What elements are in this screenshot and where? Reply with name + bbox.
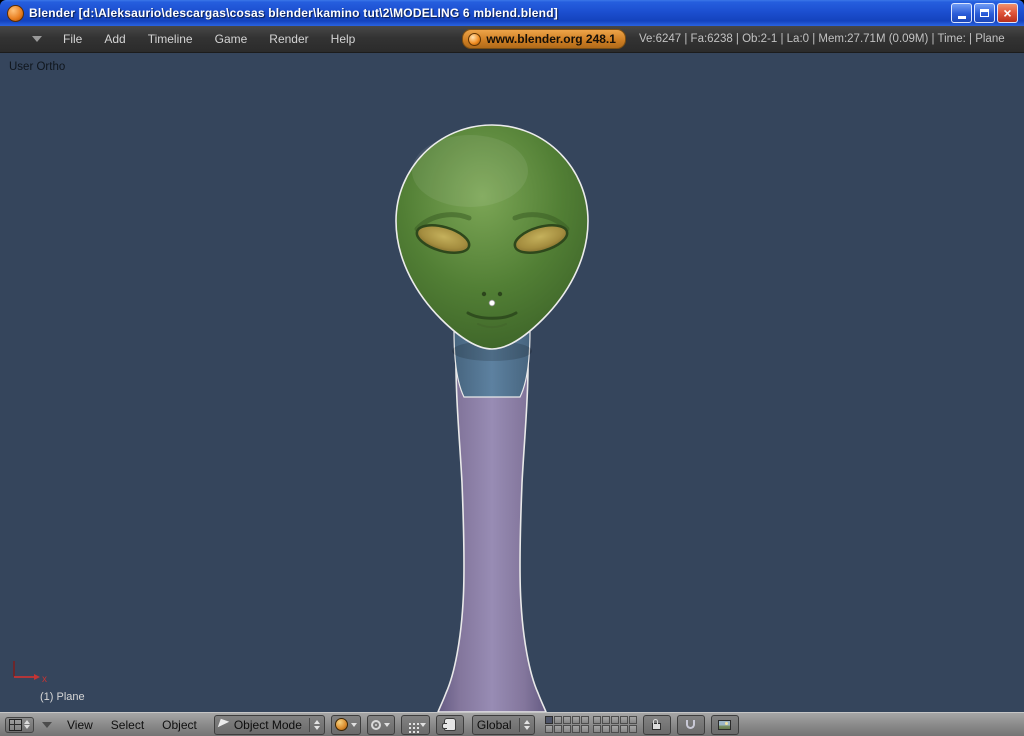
window-title: Blender [d:\Aleksaurio\descargas\cosas b… bbox=[29, 6, 558, 20]
layer-toggle-19[interactable] bbox=[619, 725, 628, 733]
layer-group-1 bbox=[544, 716, 589, 733]
render-window-button[interactable] bbox=[710, 714, 739, 735]
lock-icon bbox=[652, 719, 662, 730]
nostril-right bbox=[497, 291, 503, 297]
layer-toggle-9[interactable] bbox=[571, 725, 580, 733]
layer-toggle-5[interactable] bbox=[580, 716, 589, 724]
dropdown-mini-arrow-icon bbox=[384, 722, 391, 727]
viewport-shading-dropdown[interactable] bbox=[330, 714, 361, 735]
layer-toggle-4[interactable] bbox=[571, 716, 580, 724]
layer-group-2 bbox=[592, 716, 637, 733]
active-object-label: (1) Plane bbox=[40, 691, 85, 703]
layer-toggle-16[interactable] bbox=[592, 725, 601, 733]
header-collapse-icon[interactable] bbox=[32, 36, 42, 42]
editor-updown-icon bbox=[24, 720, 30, 729]
menu-add[interactable]: Add bbox=[93, 32, 136, 46]
menu-timeline[interactable]: Timeline bbox=[137, 32, 204, 46]
axis-x-label: x bbox=[42, 674, 47, 685]
maximize-icon bbox=[980, 9, 989, 17]
viewport-header-collapse-icon[interactable] bbox=[42, 721, 52, 728]
menu-render[interactable]: Render bbox=[258, 32, 319, 46]
editor-type-button[interactable] bbox=[5, 716, 34, 733]
layer-toggle-11[interactable] bbox=[592, 716, 601, 724]
layer-toggle-17[interactable] bbox=[601, 725, 610, 733]
blender-app-icon bbox=[7, 4, 24, 22]
layer-toggle-3[interactable] bbox=[562, 716, 571, 724]
manipulator-dropdown[interactable] bbox=[400, 714, 430, 735]
lock-layers-button[interactable] bbox=[642, 714, 671, 735]
blender-org-badge[interactable]: www.blender.org 248.1 bbox=[462, 29, 626, 49]
minimize-button[interactable] bbox=[951, 3, 972, 23]
menu-view[interactable]: View bbox=[58, 718, 102, 732]
object-mode-icon bbox=[217, 718, 230, 731]
layer-toggle-13[interactable] bbox=[610, 716, 619, 724]
nostril-left bbox=[481, 291, 487, 297]
shading-ball-icon bbox=[334, 718, 348, 731]
crown-highlight bbox=[412, 135, 528, 207]
menu-help[interactable]: Help bbox=[320, 32, 367, 46]
dropdown-mini-arrow-icon bbox=[350, 722, 357, 727]
mode-dropdown[interactable]: Object Mode bbox=[213, 714, 325, 735]
axis-x-arrow bbox=[34, 674, 40, 680]
blender-window: Blender [d:\Aleksaurio\descargas\cosas b… bbox=[0, 0, 1024, 736]
maximize-button[interactable] bbox=[974, 3, 995, 23]
viewport-header: View Select Object Object Mode Global bbox=[0, 712, 1024, 736]
layer-toggle-12[interactable] bbox=[601, 716, 610, 724]
layer-toggle-2[interactable] bbox=[553, 716, 562, 724]
pivot-point-dropdown[interactable] bbox=[366, 714, 395, 735]
viewport-3d[interactable]: User Ortho x (1) Plane bbox=[0, 53, 1024, 712]
3d-view-editor-icon bbox=[9, 718, 22, 731]
layer-toggle-1[interactable] bbox=[544, 716, 553, 724]
layer-toggle-8[interactable] bbox=[562, 725, 571, 733]
axis-gizmo: x bbox=[6, 653, 52, 694]
layer-toggle-10[interactable] bbox=[580, 725, 589, 733]
menu-select[interactable]: Select bbox=[102, 718, 153, 732]
view-mode-label: User Ortho bbox=[9, 61, 66, 73]
layer-toggle-7[interactable] bbox=[553, 725, 562, 733]
hand-icon bbox=[441, 718, 456, 731]
orientation-dropdown-label: Global bbox=[476, 717, 512, 732]
close-button[interactable]: × bbox=[997, 3, 1018, 23]
menu-object[interactable]: Object bbox=[153, 718, 206, 732]
layer-toggle-6[interactable] bbox=[544, 725, 553, 733]
dropdown-arrows-icon bbox=[308, 717, 320, 732]
layer-toggle-14[interactable] bbox=[619, 716, 628, 724]
mode-dropdown-label: Object Mode bbox=[233, 717, 302, 732]
minimize-icon bbox=[957, 16, 966, 19]
blender-org-icon bbox=[468, 32, 482, 46]
layer-toggle-15[interactable] bbox=[628, 716, 637, 724]
blender-org-label: www.blender.org 248.1 bbox=[486, 32, 616, 46]
menu-game[interactable]: Game bbox=[204, 32, 259, 46]
manipulator-hand-button[interactable] bbox=[435, 714, 464, 735]
alien-neck bbox=[437, 344, 547, 712]
titlebar[interactable]: Blender [d:\Aleksaurio\descargas\cosas b… bbox=[0, 0, 1024, 26]
alien-model[interactable] bbox=[0, 53, 1024, 712]
magnet-icon bbox=[686, 720, 696, 729]
top-header: File Add Timeline Game Render Help www.b… bbox=[0, 26, 1024, 53]
pivot-circle-icon bbox=[371, 719, 382, 730]
orientation-dropdown[interactable]: Global bbox=[471, 714, 535, 735]
layer-toggle-20[interactable] bbox=[628, 725, 637, 733]
dropdown-arrows-icon bbox=[518, 717, 530, 732]
cursor-dot bbox=[488, 299, 496, 307]
scene-stats: Ve:6247 | Fa:6238 | Ob:2-1 | La:0 | Mem:… bbox=[638, 33, 1005, 45]
layer-toggle-18[interactable] bbox=[610, 725, 619, 733]
render-picture-icon bbox=[718, 719, 732, 730]
menu-file[interactable]: File bbox=[52, 32, 93, 46]
dropdown-mini-arrow-icon bbox=[419, 722, 426, 727]
manipulator-dots-icon bbox=[408, 722, 411, 725]
snap-button[interactable] bbox=[676, 714, 705, 735]
window-controls: × bbox=[951, 3, 1018, 23]
